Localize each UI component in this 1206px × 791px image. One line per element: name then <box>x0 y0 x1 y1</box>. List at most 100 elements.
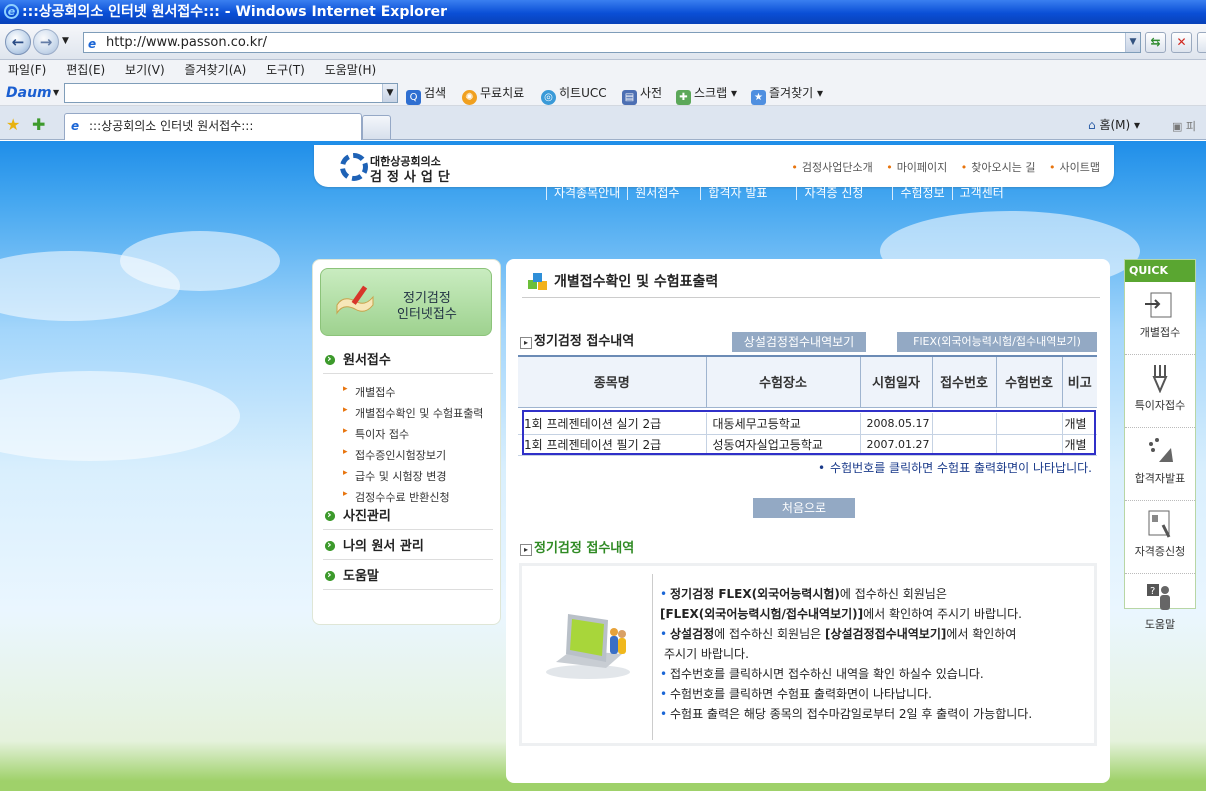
address-toolbar: ← → ▼ e http://www.passon.co.kr/ ▼ ⇆ ✕ <box>0 24 1206 60</box>
quick-item-special[interactable]: 특이자접수 <box>1125 363 1195 428</box>
sidebar-sub-refund[interactable]: 검정수수료 반환신청 <box>343 489 450 505</box>
info-divider <box>652 574 653 740</box>
gnb-application[interactable]: 원서접수 <box>627 186 686 200</box>
daum-logo[interactable]: Daum <box>6 85 52 101</box>
sidebar-item-application[interactable]: 원서접수 <box>323 349 493 374</box>
col-reg-no: 접수번호 <box>932 355 997 408</box>
link-sitemap[interactable]: 사이트맵 <box>1049 161 1100 174</box>
link-about[interactable]: 검정사업단소개 <box>791 161 872 174</box>
cell-exam-no[interactable] <box>996 413 1063 435</box>
home-button[interactable]: ⌂ 홈(M) ▾ <box>1088 116 1140 133</box>
daum-scrap-button[interactable]: ✚ 스크랩 ▾ <box>676 84 737 105</box>
sidebar-sub-change[interactable]: 급수 및 시험장 변경 <box>343 468 446 484</box>
daum-free-treatment-button[interactable]: ✺ 무료치료 <box>462 84 524 105</box>
tab-ie-icon: e <box>71 119 80 133</box>
page-title: 개별접수확인 및 수험표출력 <box>526 271 718 293</box>
info-box: 정기검정 FLEX(외국어능력시험)에 접수하신 회원님은 [FLEX(외국어능… <box>519 563 1097 746</box>
menu-edit[interactable]: 편집(E) <box>58 60 113 80</box>
sidebar-header-title: 정기검정 인터넷접수 <box>397 291 457 323</box>
daum-search-button[interactable]: Q 검색 <box>406 84 446 105</box>
table-note: 수험번호를 클릭하면 수험표 출력화면이 나타납니다. <box>818 459 1092 476</box>
history-dropdown-icon[interactable]: ▼ <box>62 36 69 46</box>
sidebar-item-photo[interactable]: 사진관리 <box>323 505 493 530</box>
view-sangsi-button[interactable]: 상설검정접수내역보기 <box>732 332 866 352</box>
info-line: 상설검정에 접수하신 회원님은 [상설검정접수내역보기]에서 확인하여 <box>660 624 1032 644</box>
daum-hitucc-button[interactable]: ◎ 히트UCC <box>541 84 607 105</box>
help-person-icon: ? <box>1147 584 1170 610</box>
menu-view[interactable]: 보기(V) <box>117 60 173 80</box>
certificate-icon <box>1148 510 1171 538</box>
quick-item-certificate[interactable]: 자격증신청 <box>1125 509 1195 574</box>
daum-dictionary-button[interactable]: ▤ 사전 <box>622 84 662 105</box>
cubes-icon <box>528 273 547 290</box>
top-links: 검정사업단소개 마이페이지 찾아오시는 길 사이트맵 <box>781 159 1100 175</box>
scrap-icon: ✚ <box>676 90 691 105</box>
sidebar-sub-venue-view[interactable]: 접수증인시험장보기 <box>343 447 446 463</box>
info-text: 접수번호를 클릭하시면 접수하신 내역을 확인 하실수 있습니다. <box>670 667 984 681</box>
sidebar-sub-confirm-print[interactable]: 개별접수확인 및 수험표출력 <box>343 405 483 421</box>
menu-help[interactable]: 도움말(H) <box>317 60 385 80</box>
gnb-certificate[interactable]: 자격증 신청 <box>796 186 870 200</box>
address-value: http://www.passon.co.kr/ <box>106 35 268 50</box>
forward-button[interactable]: → <box>33 29 59 55</box>
info-strong: 정기검정 FLEX(외국어능력시험) <box>670 587 840 601</box>
address-field[interactable]: e http://www.passon.co.kr/ ▼ <box>83 32 1141 53</box>
cell-reg-no[interactable] <box>932 413 997 435</box>
new-tab-button[interactable] <box>362 115 391 139</box>
quick-item-results[interactable]: 합격자발표 <box>1125 436 1195 501</box>
info-text: 수험번호를 클릭하면 수험표 출력화면이 나타납니다. <box>670 687 932 701</box>
daum-search-input[interactable]: ▼ <box>64 83 398 103</box>
view-flex-button[interactable]: FlEX(외국어능력시험/접수내역보기) <box>897 332 1097 352</box>
col-note: 비고 <box>1062 355 1097 408</box>
menu-tools[interactable]: 도구(T) <box>258 60 313 80</box>
menu-file[interactable]: 파일(F) <box>0 60 54 80</box>
gnb-qualifications[interactable]: 자격종목안내 <box>546 186 627 200</box>
link-mypage[interactable]: 마이페이지 <box>886 161 947 174</box>
favorites-center-icon[interactable]: ★ <box>6 115 20 134</box>
go-home-button[interactable]: 처음으로 <box>753 498 855 518</box>
stop-button[interactable]: ✕ <box>1171 32 1192 53</box>
quick-item-help[interactable]: ? 도움말 <box>1125 582 1195 647</box>
main-content: 개별접수확인 및 수험표출력 정기검정 접수내역 상설검정접수내역보기 FlEX… <box>506 259 1110 783</box>
quick-item-individual[interactable]: 개별접수 <box>1125 290 1195 355</box>
back-button[interactable]: ← <box>5 29 31 55</box>
info-line: [FLEX(외국어능력시험/접수내역보기)]에서 확인하여 주시기 바랍니다. <box>660 604 1032 624</box>
add-favorites-icon[interactable]: ✚ <box>32 115 45 134</box>
ie-logo-icon: e <box>4 4 19 19</box>
gnb-results[interactable]: 합격자 발표 <box>700 186 774 200</box>
menu-favorites[interactable]: 즐겨찾기(A) <box>177 60 255 80</box>
daum-search-dropdown-icon[interactable]: ▼ <box>382 84 397 102</box>
info-line: 주시기 바랍니다. <box>660 644 1032 664</box>
sidebar-sub-individual[interactable]: 개별접수 <box>343 384 395 400</box>
search-box-edge[interactable] <box>1197 32 1206 53</box>
address-dropdown-icon[interactable]: ▼ <box>1125 33 1140 52</box>
sidebar-sub-special[interactable]: 특이자 접수 <box>343 426 409 442</box>
feeds-button[interactable]: ▣ 피 <box>1172 118 1196 134</box>
sidebar-item-my-application[interactable]: 나의 원서 관리 <box>323 535 493 560</box>
scroll-pen-icon <box>336 285 374 315</box>
link-directions[interactable]: 찾아오시는 길 <box>961 161 1036 174</box>
refresh-button[interactable]: ⇆ <box>1145 32 1166 53</box>
logo-text-bottom[interactable]: 검정사업단 <box>370 166 455 185</box>
info-strong: [상설검정접수내역보기] <box>824 627 947 641</box>
cell-reg-no[interactable] <box>932 434 997 456</box>
gnb-exam-info[interactable]: 수험정보 <box>892 186 951 200</box>
feed-icon: ▣ <box>1172 120 1183 133</box>
sidebar-item-help[interactable]: 도움말 <box>323 565 493 590</box>
daum-menu-arrow-icon[interactable]: ▼ <box>53 88 59 97</box>
window-title: :::상공회의소 인터넷 원서접수::: - Windows Internet … <box>22 4 448 20</box>
quick-item-label: 개별접수 <box>1139 326 1181 339</box>
cell-exam-no[interactable] <box>996 434 1063 456</box>
sidebar-header: 정기검정 인터넷접수 <box>320 268 492 336</box>
quick-item-label: 자격증신청 <box>1134 545 1186 558</box>
global-nav: 자격종목안내 원서접수 합격자 발표 자격증 신청 수험정보 고객센터 <box>546 186 1011 200</box>
daum-favorites-button[interactable]: ★ 즐겨찾기 ▾ <box>751 84 823 105</box>
gnb-customer-center[interactable]: 고객센터 <box>951 186 1011 200</box>
info-strong: 상설검정 <box>670 627 715 641</box>
window-title-bar: e :::상공회의소 인터넷 원서접수::: - Windows Interne… <box>0 0 1206 24</box>
form-icon <box>1145 292 1172 318</box>
gear-logo-icon[interactable] <box>340 153 368 181</box>
col-place: 수험장소 <box>706 355 861 408</box>
cell-place: 대동세무고등학교 <box>706 413 861 435</box>
tab-active[interactable]: e :::상공회의소 인터넷 원서접수::: <box>64 113 362 140</box>
